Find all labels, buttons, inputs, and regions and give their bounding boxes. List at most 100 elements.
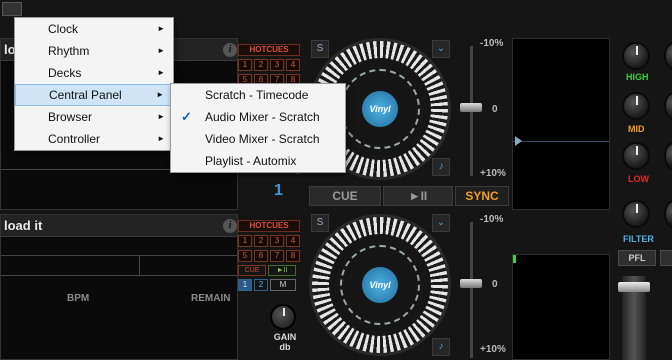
- pfl-button-deck-2[interactable]: [660, 250, 672, 266]
- music-note-icon[interactable]: ♪: [432, 338, 450, 356]
- menu-item-central-panel[interactable]: Central Panel ►: [15, 84, 173, 106]
- context-menu: Clock ► Rhythm ► Decks ► Central Panel ► Bro…: [14, 17, 174, 151]
- play-pause-button[interactable]: ►II: [383, 186, 453, 206]
- chevron-down-icon[interactable]: ⌄: [432, 214, 450, 232]
- filter-label: FILTER: [623, 234, 654, 244]
- cue-small-button[interactable]: CUE: [238, 265, 266, 276]
- submenu-item-label: Audio Mixer - Scratch: [205, 110, 320, 124]
- hotcue-2-button[interactable]: 2: [254, 59, 268, 71]
- pitch-slider[interactable]: [460, 103, 482, 112]
- menu-item-rhythm[interactable]: Rhythm ►: [15, 40, 173, 62]
- info-icon[interactable]: i: [223, 43, 237, 57]
- volume-fader[interactable]: [618, 282, 650, 292]
- vinyl-logo: Vinyl: [362, 91, 398, 127]
- chevron-right-icon: ►: [157, 112, 165, 121]
- deck-1-select-button[interactable]: 1: [238, 279, 252, 291]
- hotcue-1-button[interactable]: 1: [238, 59, 252, 71]
- chevron-down-icon[interactable]: ⌄: [432, 40, 450, 58]
- vdj-skin: lo i load it i BPM REMAIN HOTCUES 1 2 3 …: [0, 0, 672, 360]
- waveform-divider: [1, 255, 237, 256]
- chevron-right-icon: ►: [157, 24, 165, 33]
- waveform-deck-1: [512, 38, 610, 210]
- menu-item-controller[interactable]: Controller ►: [15, 128, 173, 150]
- vinyl-logo: Vinyl: [362, 267, 398, 303]
- hotcue-2-button[interactable]: 2: [254, 235, 268, 247]
- playhead-marker: [515, 136, 522, 146]
- gain-unit: db: [279, 342, 291, 352]
- deck-2-title: load it: [1, 215, 237, 237]
- hotcue-7-button[interactable]: 7: [270, 250, 284, 262]
- pitch-slider[interactable]: [460, 279, 482, 288]
- deck-2-panel: load it i BPM REMAIN: [0, 214, 238, 360]
- filter-knob[interactable]: [622, 200, 650, 228]
- chevron-right-icon: ►: [157, 134, 165, 143]
- remain-label: REMAIN: [191, 293, 231, 304]
- waveform-deck-2: [512, 254, 610, 360]
- waveform-center-line: [513, 141, 609, 142]
- hotcues-title: HOTCUES: [238, 44, 300, 56]
- eq-low-knob-deck-2[interactable]: [664, 142, 672, 170]
- hotcue-1-button[interactable]: 1: [238, 235, 252, 247]
- bpm-label: BPM: [67, 293, 90, 304]
- slip-button[interactable]: S: [311, 214, 329, 232]
- menu-item-label: Browser: [48, 110, 93, 124]
- menu-item-label: Central Panel: [49, 88, 122, 102]
- pitch-track: [470, 222, 473, 358]
- jog-wheel-deck-2[interactable]: Vinyl: [309, 214, 451, 356]
- pitch-mid-label: 0: [492, 104, 498, 115]
- eq-high-knob-deck-2[interactable]: [664, 42, 672, 70]
- gain-label: GAIN: [273, 332, 297, 342]
- eq-high-label: HIGH: [626, 72, 649, 82]
- music-note-icon[interactable]: ♪: [432, 158, 450, 176]
- submenu-item-scratch-timecode[interactable]: Scratch - Timecode: [171, 84, 345, 106]
- gain-knob[interactable]: [270, 304, 296, 330]
- pitch-bottom-label: +10%: [480, 168, 506, 179]
- pfl-button[interactable]: PFL: [618, 250, 656, 266]
- eq-mid-label: MID: [628, 124, 645, 134]
- sync-button[interactable]: SYNC: [455, 186, 509, 206]
- hotcue-5-button[interactable]: 5: [238, 250, 252, 262]
- menu-item-decks[interactable]: Decks ►: [15, 62, 173, 84]
- submenu-item-audio-mixer-scratch[interactable]: ✓ Audio Mixer - Scratch: [171, 106, 345, 128]
- master-button[interactable]: M: [270, 279, 296, 291]
- submenu-item-playlist-automix[interactable]: Playlist - Automix: [171, 150, 345, 172]
- pitch-top-label: -10%: [480, 214, 504, 225]
- slip-button[interactable]: S: [311, 40, 329, 58]
- waveform-divider: [1, 275, 237, 276]
- menu-item-label: Decks: [48, 66, 82, 80]
- hotcues-title: HOTCUES: [238, 220, 300, 232]
- hotcue-6-button[interactable]: 6: [254, 250, 268, 262]
- submenu-item-video-mixer-scratch[interactable]: Video Mixer - Scratch: [171, 128, 345, 150]
- menu-item-label: Rhythm: [48, 44, 90, 58]
- pitch-bottom-label: +10%: [480, 344, 506, 355]
- central-panel-submenu: Scratch - Timecode ✓ Audio Mixer - Scratc…: [170, 83, 346, 173]
- menu-toggle-button[interactable]: [2, 2, 22, 16]
- menu-item-label: Controller: [48, 132, 101, 146]
- hotcue-3-button[interactable]: 3: [270, 235, 284, 247]
- pitch-mid-label: 0: [492, 279, 498, 290]
- submenu-item-label: Video Mixer - Scratch: [205, 132, 320, 146]
- menu-item-clock[interactable]: Clock ►: [15, 18, 173, 40]
- info-icon[interactable]: i: [223, 219, 237, 233]
- hotcues-deck-1: HOTCUES 1 2 3 4 5 6 7 8 1: [238, 44, 304, 199]
- pitch-top-label: -10%: [480, 38, 504, 49]
- hotcue-8-button[interactable]: 8: [286, 250, 300, 262]
- eq-high-knob[interactable]: [622, 42, 650, 70]
- play-small-button[interactable]: ►II: [268, 265, 296, 276]
- submenu-item-label: Scratch - Timecode: [205, 88, 309, 102]
- chevron-right-icon: ►: [156, 90, 164, 99]
- eq-mid-knob-deck-2[interactable]: [664, 92, 672, 120]
- checkmark-icon: ✓: [181, 109, 192, 124]
- menu-item-browser[interactable]: Browser ►: [15, 106, 173, 128]
- hotcue-4-button[interactable]: 4: [286, 59, 300, 71]
- cue-button[interactable]: CUE: [309, 186, 381, 206]
- filter-knob-deck-2[interactable]: [664, 200, 672, 228]
- eq-low-label: LOW: [628, 174, 649, 184]
- hotcue-4-button[interactable]: 4: [286, 235, 300, 247]
- eq-low-knob[interactable]: [622, 142, 650, 170]
- hotcue-3-button[interactable]: 3: [270, 59, 284, 71]
- chevron-right-icon: ►: [157, 68, 165, 77]
- beat-marker: [139, 255, 140, 275]
- deck-2-select-button[interactable]: 2: [254, 279, 268, 291]
- eq-mid-knob[interactable]: [622, 92, 650, 120]
